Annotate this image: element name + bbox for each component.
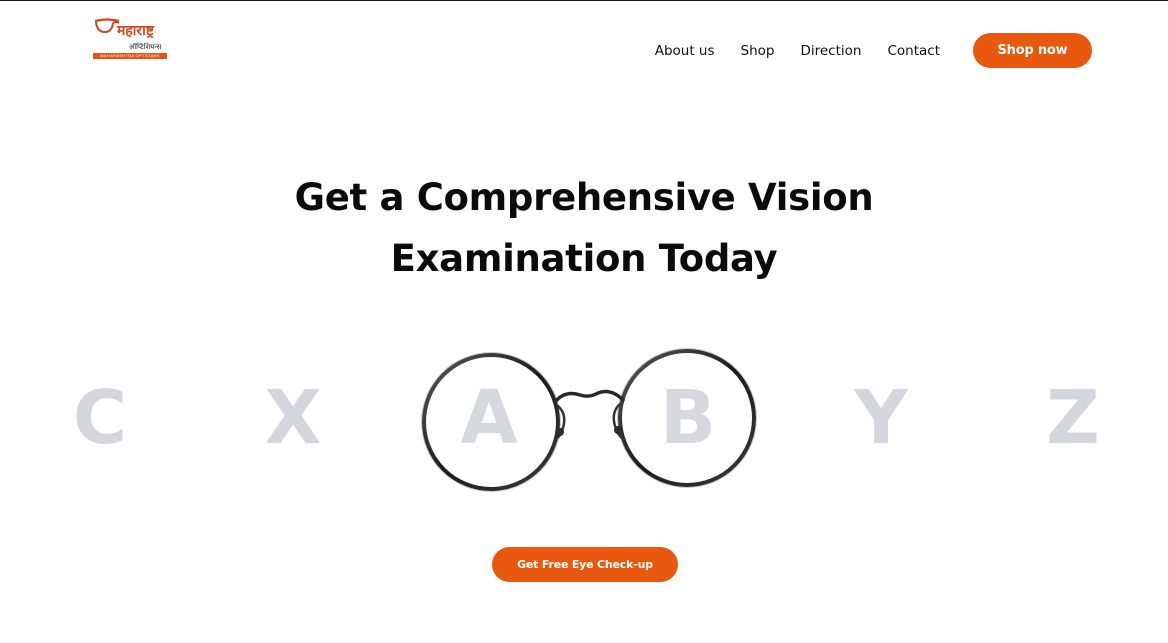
logo-glasses-icon: महाराष्ट्र ऑप्टिशियन्स [94, 18, 162, 51]
logo-subtext: MAHARASHTRA OPTICIANS [93, 53, 167, 59]
nav-contact[interactable]: Contact [887, 43, 940, 59]
eyeglasses-icon [421, 348, 757, 492]
main-nav: About us Shop Direction Contact Shop now [655, 33, 1092, 68]
hero-title-line-2: Examination Today [390, 237, 778, 280]
free-eye-checkup-button[interactable]: Get Free Eye Check-up [492, 547, 678, 582]
eye-chart-letter: Y [854, 375, 908, 461]
eye-chart-letter: Z [1046, 375, 1100, 461]
page: महाराष्ट्र ऑप्टिशियन्स MAHARASHTRA OPTIC… [0, 0, 1168, 643]
logo-tagline: ऑप्टिशियन्स [129, 42, 162, 51]
shop-now-button[interactable]: Shop now [973, 33, 1092, 68]
nav-about-us[interactable]: About us [655, 43, 715, 59]
hero-title: Get a Comprehensive Vision Examination T… [0, 167, 1168, 289]
eye-chart-letter: C [72, 375, 128, 461]
hero-title-line-1: Get a Comprehensive Vision [294, 176, 874, 219]
brand-logo[interactable]: महाराष्ट्र ऑप्टिशियन्स MAHARASHTRA OPTIC… [93, 17, 169, 61]
nav-shop[interactable]: Shop [741, 43, 775, 59]
logo-script: महाराष्ट्र [116, 23, 155, 39]
eye-chart-letter: X [264, 375, 322, 461]
nav-direction[interactable]: Direction [800, 43, 861, 59]
